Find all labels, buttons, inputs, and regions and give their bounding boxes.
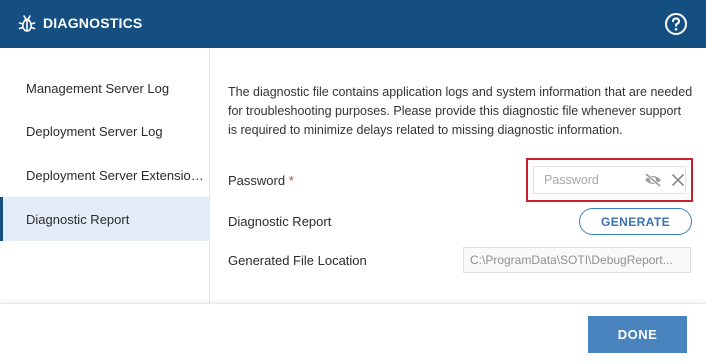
eye-off-icon[interactable] <box>644 173 662 187</box>
help-circle-icon[interactable] <box>664 12 688 36</box>
sidebar-item-diagnostic-report[interactable]: Diagnostic Report <box>0 197 210 241</box>
sidebar-item-management-server-log[interactable]: Management Server Log <box>0 66 210 110</box>
diagnostic-report-label: Diagnostic Report <box>228 214 332 229</box>
generate-button[interactable]: GENERATE <box>579 208 692 235</box>
main-panel: The diagnostic file contains application… <box>211 48 706 303</box>
password-input[interactable] <box>533 166 686 194</box>
dialog-title: DIAGNOSTICS <box>43 15 143 31</box>
file-location-label: Generated File Location <box>228 253 367 268</box>
required-marker: * <box>288 173 294 188</box>
bug-icon <box>18 15 36 32</box>
description-text: The diagnostic file contains application… <box>228 85 693 137</box>
done-button[interactable]: DONE <box>588 316 687 353</box>
diagnostics-dialog: DIAGNOSTICS Management Server Log Deploy… <box>0 0 706 364</box>
clear-icon[interactable] <box>671 173 685 187</box>
sidebar-item-label: Diagnostic Report <box>26 211 130 227</box>
dialog-header: DIAGNOSTICS <box>0 0 706 48</box>
password-highlight-box <box>526 158 693 202</box>
sidebar-nav: Management Server Log Deployment Server … <box>0 48 210 303</box>
password-label-text: Password <box>228 173 286 188</box>
dialog-footer: DONE <box>0 303 706 364</box>
sidebar-item-label: Deployment Server Log <box>26 123 163 139</box>
password-label: Password * <box>228 173 294 188</box>
file-location-field: C:\ProgramData\SOTI\DebugReport... <box>463 247 691 273</box>
sidebar-item-label: Deployment Server Extension Log <box>26 167 204 183</box>
sidebar-item-label: Management Server Log <box>26 80 170 96</box>
sidebar-item-deployment-server-extension-log[interactable]: Deployment Server Extension Log <box>0 153 210 197</box>
sidebar-item-deployment-server-log[interactable]: Deployment Server Log <box>0 109 210 153</box>
